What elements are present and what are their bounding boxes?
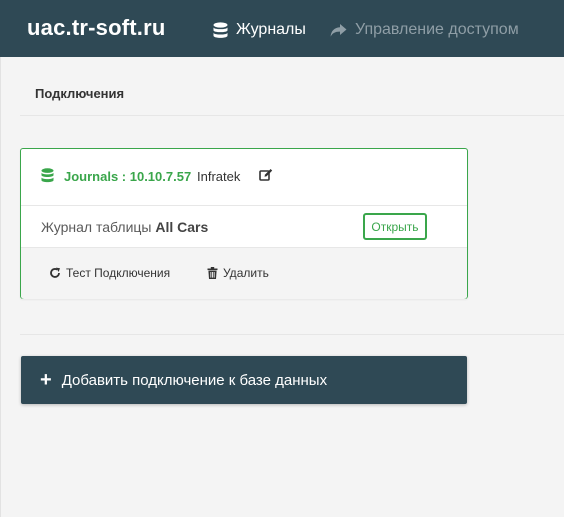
connection-card-footer: Тест Подключения Удалить: [21, 248, 467, 299]
plus-icon: +: [40, 369, 52, 391]
journal-table-prefix: Журнал таблицы: [41, 219, 152, 235]
add-connection-label: Добавить подключение к базе данных: [61, 371, 328, 389]
left-divider: [0, 57, 1, 517]
refresh-icon: [50, 267, 60, 278]
brand-logo[interactable]: uac.tr-soft.ru: [27, 15, 165, 41]
connection-card-header: Journals : 10.10.7.57 Infratek: [21, 149, 467, 206]
journal-table-label: Журнал таблицы All Cars: [41, 219, 208, 235]
database-icon: [41, 168, 54, 183]
connection-card: Journals : 10.10.7.57 Infratek Журнал та…: [20, 148, 468, 299]
connection-title: Journals : 10.10.7.57: [64, 169, 192, 184]
nav-journals-label: Журналы: [236, 21, 306, 38]
nav-journals[interactable]: Журналы: [213, 20, 306, 40]
top-navbar: uac.tr-soft.ru Журналы Управление доступ…: [0, 0, 564, 57]
connection-name: Infratek: [197, 169, 241, 184]
journal-table-row: Журнал таблицы All Cars Открыть: [21, 206, 467, 248]
delete-button[interactable]: Удалить: [207, 266, 269, 280]
nav-access-control[interactable]: Управление доступом: [330, 20, 519, 40]
nav-access-label: Управление доступом: [355, 21, 519, 38]
section-divider: [20, 115, 564, 116]
journal-table-name: All Cars: [155, 219, 209, 235]
share-icon: [330, 23, 347, 37]
open-button[interactable]: Открыть: [363, 213, 427, 240]
edit-icon[interactable]: [259, 168, 273, 182]
database-icon: [213, 21, 228, 38]
test-connection-button[interactable]: Тест Подключения: [49, 266, 170, 280]
delete-label: Удалить: [223, 266, 269, 280]
content-divider: [20, 334, 564, 335]
trash-icon: [207, 267, 218, 279]
add-connection-button[interactable]: + Добавить подключение к базе данных: [21, 356, 467, 404]
section-title: Подключения: [35, 86, 125, 101]
test-connection-label: Тест Подключения: [66, 266, 171, 280]
